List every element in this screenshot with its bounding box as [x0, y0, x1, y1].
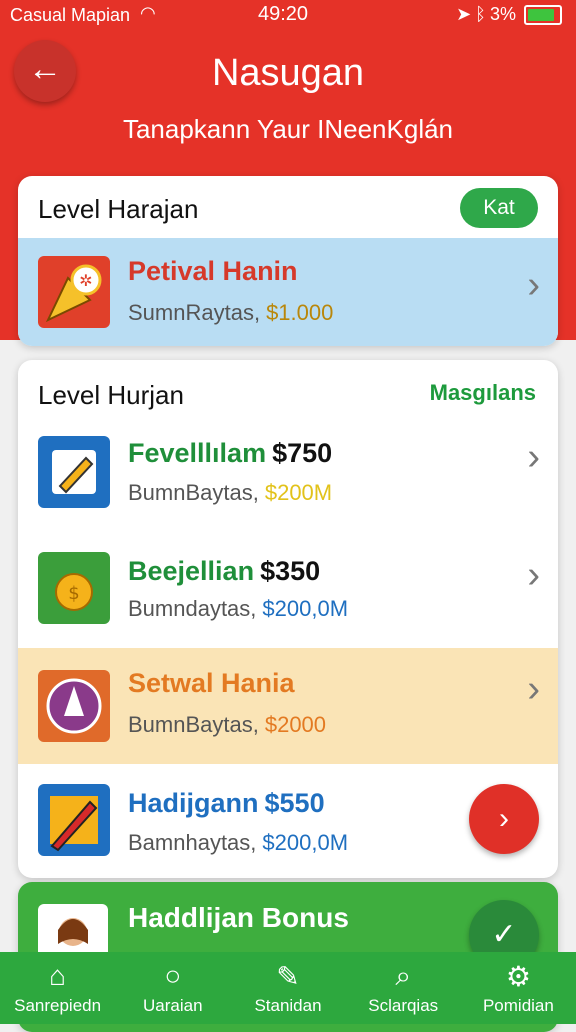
clock: 49:20 — [258, 3, 309, 25]
battery-icon — [524, 4, 562, 25]
party-icon: ✲ — [38, 256, 110, 328]
see-all-link[interactable]: Masgılans — [430, 380, 536, 406]
card-title: Level Hurjan — [38, 380, 184, 410]
list-item[interactable]: ✲ Petival Hanin SumnRaytas, $1.000 › — [18, 238, 558, 346]
nav-item-search[interactable]: ○ Uaraian — [115, 952, 230, 1024]
paintbrush-icon — [38, 436, 110, 508]
bottom-navigation: ⌂ Sanrepiedn ○ Uaraian ✎ Stanidan ⌕ Scla… — [0, 952, 576, 1024]
location-icon: ➤ — [456, 4, 472, 24]
sun-icon: $ — [38, 552, 110, 624]
item-name: Beejellian $350 — [128, 556, 321, 586]
check-icon: ✓ — [491, 918, 517, 951]
card-title: Level Harajan — [38, 194, 199, 224]
item-subtitle: SumnRaytas, $1.000 — [128, 300, 334, 325]
item-subtitle: BumnBaytas, $200M — [128, 480, 333, 505]
chevron-right-icon: › — [527, 668, 540, 710]
chevron-right-icon: › — [499, 802, 509, 835]
page-title: Nasugan — [211, 52, 365, 94]
item-subtitle: Bamnhaytas, $200,0M — [128, 830, 349, 855]
svg-text:✲: ✲ — [79, 271, 92, 290]
bonus-title: Haddlijan Bonus — [128, 902, 349, 933]
item-name: Hadijgann $550 — [128, 788, 325, 818]
svg-text:$: $ — [68, 583, 79, 604]
item-subtitle: Bumndaytas, $200,0M — [128, 596, 349, 621]
battery-percent: 3% — [489, 4, 516, 24]
item-name: Setwal Hania — [128, 668, 295, 698]
chevron-right-icon: › — [527, 436, 540, 478]
pencil-icon — [38, 784, 110, 856]
nav-item-home[interactable]: ⌂ Sanrepiedn — [0, 952, 115, 1024]
carrier-label: Casual Mapian — [10, 5, 131, 25]
nav-item-settings[interactable]: ⚙ Pomidian — [461, 952, 576, 1024]
bluetooth-icon: ᛒ — [475, 4, 486, 24]
item-name: Petival Hanin — [128, 256, 298, 286]
nav-item-edit[interactable]: ✎ Stanidan — [230, 952, 345, 1024]
search-icon: ○ — [164, 960, 182, 991]
wifi-icon: ◠ — [140, 3, 156, 23]
item-subtitle: BumnBaytas, $2000 — [128, 712, 327, 737]
level-card-1: Level Harajan Kat ✲ Petival Hanin SumnRa… — [18, 176, 558, 346]
status-bar: Casual Mapian ◠ 49:20 ➤ ᛒ 3% — [0, 0, 576, 30]
nav-item-explore[interactable]: ⌕ Sclarqias — [346, 952, 461, 1024]
page-subtitle: Tanapkann Yaur INeenKglán — [122, 114, 454, 144]
list-item[interactable]: Fevelllılam $750 BumnBaytas, $200M › — [18, 420, 558, 540]
next-button[interactable]: › — [469, 784, 539, 854]
clown-icon — [38, 670, 110, 742]
list-item[interactable]: $ Beejellian $350 Bumndaytas, $200,0M › — [18, 540, 558, 648]
chevron-right-icon: › — [527, 264, 540, 306]
chevron-right-icon: › — [527, 554, 540, 596]
edit-icon: ✎ — [276, 961, 300, 992]
gear-icon: ⚙ — [505, 961, 531, 992]
item-name: Fevelllılam $750 — [128, 438, 333, 468]
list-item[interactable]: Setwal Hania BumnBaytas, $2000 › — [18, 648, 558, 764]
magnifier-icon: ⌕ — [395, 960, 412, 991]
kat-button[interactable]: Kat — [460, 188, 538, 228]
home-icon: ⌂ — [49, 960, 67, 991]
